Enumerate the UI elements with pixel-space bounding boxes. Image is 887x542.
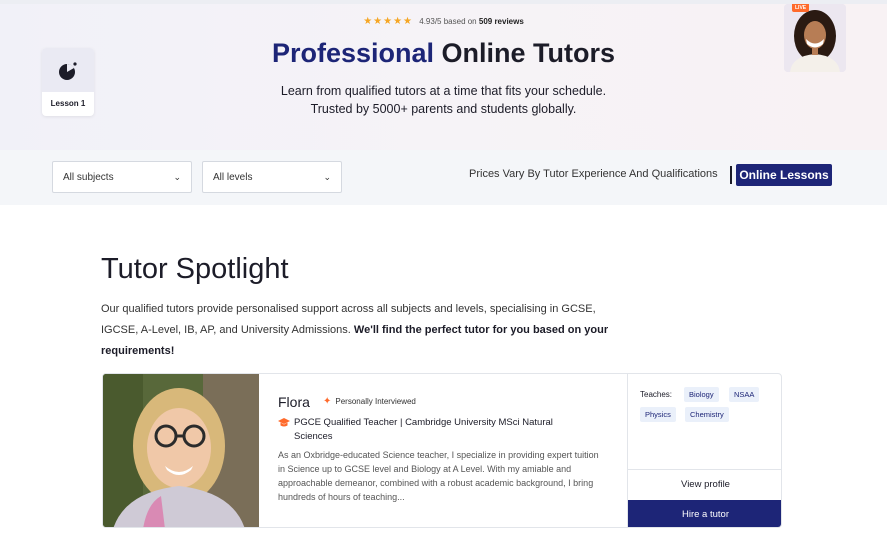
levels-select[interactable]: All levels ⌄ [202,161,342,193]
subject-tag: Chemistry [685,407,729,422]
top-strip [0,0,887,4]
prices-note: Prices Vary By Tutor Experience And Qual… [469,168,718,180]
spotlight-title: Tutor Spotlight [101,253,289,285]
rating-stars-icon: ★★★★★ [363,16,414,27]
interviewed-badge: ✦ Personally Interviewed [323,396,416,407]
subjects-select-value: All subjects [63,171,114,183]
hero-section: ★★★★★ 4.93/5 based on 509 reviews Profes… [0,0,887,150]
rating-line: ★★★★★ 4.93/5 based on 509 reviews [0,16,887,27]
tutor-photo-image [103,374,259,527]
subjects-select[interactable]: All subjects ⌄ [52,161,192,193]
subject-tag: NSAA [729,387,760,402]
live-tutor-card: LIVE [784,4,846,72]
divider [730,166,732,184]
subject-tag: Physics [640,407,676,422]
live-tutor-avatar [784,4,846,72]
view-profile-button[interactable]: View profile [628,469,781,499]
online-lessons-button[interactable]: Online Lessons [736,164,832,186]
subtitle-line-2: Trusted by 5000+ parents and students gl… [310,102,577,116]
hire-tutor-button[interactable]: Hire a tutor [628,500,781,527]
tutor-actions: Teaches: Biology NSAA Physics Chemistry … [627,374,781,527]
rating-text: 4.93/5 based on [419,17,477,26]
progress-pie-icon [59,62,77,80]
tutor-card: Flora ✦ Personally Interviewed PGCE Quali… [102,373,782,528]
title-accent: Professional [271,38,435,68]
tutor-name[interactable]: Flora [278,394,310,410]
title-rest: Online Tutors [441,38,616,68]
spotlight-description: Our qualified tutors provide personalise… [101,299,611,362]
teaches-label: Teaches: [640,390,673,399]
lesson-card: Lesson 1 [42,48,94,116]
subtitle-line-1: Learn from qualified tutors at a time th… [280,84,607,98]
interviewed-label: Personally Interviewed [335,397,416,406]
chevron-down-icon: ⌄ [173,171,181,182]
levels-select-value: All levels [213,171,253,183]
live-badge: LIVE [792,4,810,12]
reviews-count: 509 reviews [478,17,524,26]
sparkle-icon: ✦ [323,396,332,407]
hero-subtitle: Learn from qualified tutors at a time th… [0,82,887,118]
tutor-bio: As an Oxbridge-educated Science teacher,… [278,450,599,502]
lesson-card-header [42,48,94,92]
tutor-qualification: PGCE Qualified Teacher | Cambridge Unive… [278,416,588,444]
tutor-photo[interactable] [103,374,259,527]
graduation-cap-icon [278,418,290,433]
qualification-text: PGCE Qualified Teacher | Cambridge Unive… [294,417,553,442]
page-title: Professional Online Tutors [0,38,887,69]
subject-tag: Biology [684,387,719,402]
chevron-down-icon: ⌄ [323,171,331,182]
lesson-label: Lesson 1 [50,99,86,108]
